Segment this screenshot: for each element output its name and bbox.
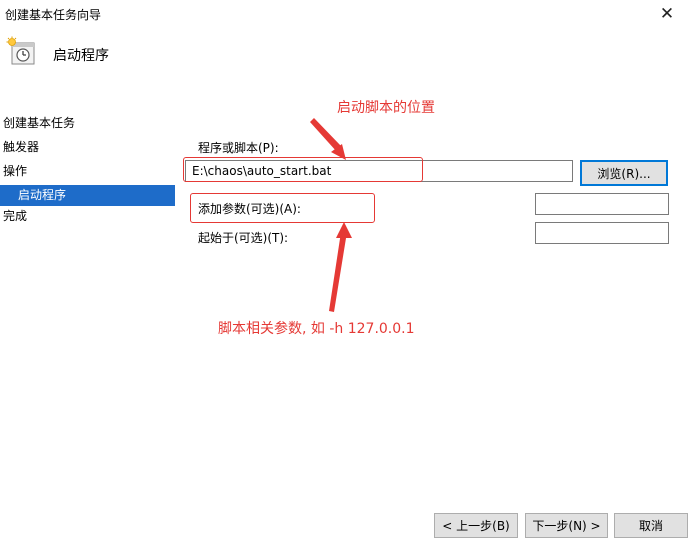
cancel-label: 取消: [638, 519, 663, 533]
arrow-head-args: [336, 222, 352, 238]
annotation-arrows: [310, 118, 352, 312]
next-label: 下一步(N) >: [532, 519, 601, 533]
cancel-button[interactable]: 取消: [614, 513, 688, 538]
back-button[interactable]: < 上一步(B): [434, 513, 518, 538]
arrow-to-args: [329, 232, 347, 312]
next-button[interactable]: 下一步(N) >: [525, 513, 608, 538]
back-label: < 上一步(B): [442, 519, 510, 533]
